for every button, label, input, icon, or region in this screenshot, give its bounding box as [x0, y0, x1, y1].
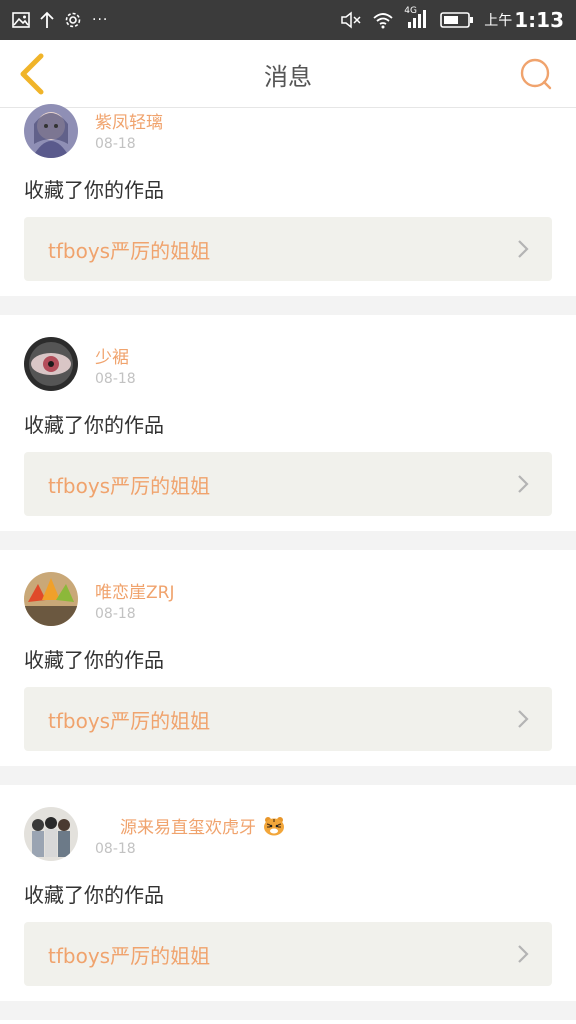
avatar-leaves-icon[interactable] [24, 572, 78, 626]
status-bar: ··· 4G 上午 1:13 [0, 0, 576, 40]
username-text[interactable]: 源来易直玺欢虎牙 [120, 818, 256, 838]
message-card-partial[interactable] [0, 1020, 576, 1024]
avatar-eye-icon[interactable] [24, 337, 78, 391]
search-button[interactable] [514, 52, 558, 96]
chevron-right-icon [518, 710, 529, 728]
network-type: 4G [404, 6, 417, 16]
status-bar-left: ··· [12, 0, 108, 40]
message-date: 08-18 [95, 841, 136, 857]
battery-icon [440, 11, 474, 29]
page-title: 消息 [264, 62, 312, 91]
avatar-girl-icon[interactable] [24, 104, 78, 158]
settings-gear-icon [64, 11, 82, 29]
message-card[interactable]: 少裾 08-18 收藏了你的作品 tfboys严厉的姐姐 [0, 315, 576, 531]
status-bar-right: 4G 上午 1:13 [340, 0, 564, 40]
chevron-left-icon [20, 53, 44, 95]
username[interactable]: 少裾 [95, 343, 129, 368]
message-action: 收藏了你的作品 [24, 178, 164, 202]
username[interactable]: 源来易直玺欢虎牙 [120, 813, 285, 841]
work-link[interactable]: tfboys严厉的姐姐 [24, 687, 552, 751]
clock-time: 1:13 [514, 8, 564, 32]
message-action: 收藏了你的作品 [24, 648, 164, 672]
username[interactable]: 唯恋崖ZRJ [95, 578, 174, 603]
work-title: tfboys严厉的姐姐 [48, 238, 211, 263]
work-link[interactable]: tfboys严厉的姐姐 [24, 452, 552, 516]
wifi-icon [372, 11, 394, 29]
message-card[interactable]: 源来易直玺欢虎牙 08-18 收藏了你的作品 tfboys严厉的姐姐 [0, 785, 576, 1001]
signal-icon: 4G [404, 6, 430, 30]
tiger-emoji-icon [263, 816, 285, 841]
work-link[interactable]: tfboys严厉的姐姐 [24, 922, 552, 986]
message-action: 收藏了你的作品 [24, 883, 164, 907]
message-date: 08-18 [95, 136, 136, 152]
message-date: 08-18 [95, 606, 136, 622]
username[interactable]: 紫凤轻璃 [95, 108, 163, 133]
avatar-group-icon[interactable] [24, 807, 78, 861]
work-title: tfboys严厉的姐姐 [48, 943, 211, 968]
upload-arrow-icon [40, 11, 54, 29]
message-date: 08-18 [95, 371, 136, 387]
chevron-right-icon [518, 475, 529, 493]
image-icon [12, 12, 30, 28]
back-button[interactable] [10, 50, 54, 98]
chevron-right-icon [518, 945, 529, 963]
mute-icon [340, 11, 362, 29]
search-icon [520, 58, 552, 90]
nav-bar: 消息 [0, 40, 576, 108]
work-title: tfboys严厉的姐姐 [48, 473, 211, 498]
more-notifications: ··· [92, 12, 109, 28]
message-card[interactable]: 紫凤轻璃 08-18 收藏了你的作品 tfboys严厉的姐姐 [0, 104, 576, 296]
message-card[interactable]: 唯恋崖ZRJ 08-18 收藏了你的作品 tfboys严厉的姐姐 [0, 550, 576, 766]
message-action: 收藏了你的作品 [24, 413, 164, 437]
chevron-right-icon [518, 240, 529, 258]
work-title: tfboys严厉的姐姐 [48, 708, 211, 733]
am-pm-label: 上午 [484, 13, 513, 29]
work-link[interactable]: tfboys严厉的姐姐 [24, 217, 552, 281]
